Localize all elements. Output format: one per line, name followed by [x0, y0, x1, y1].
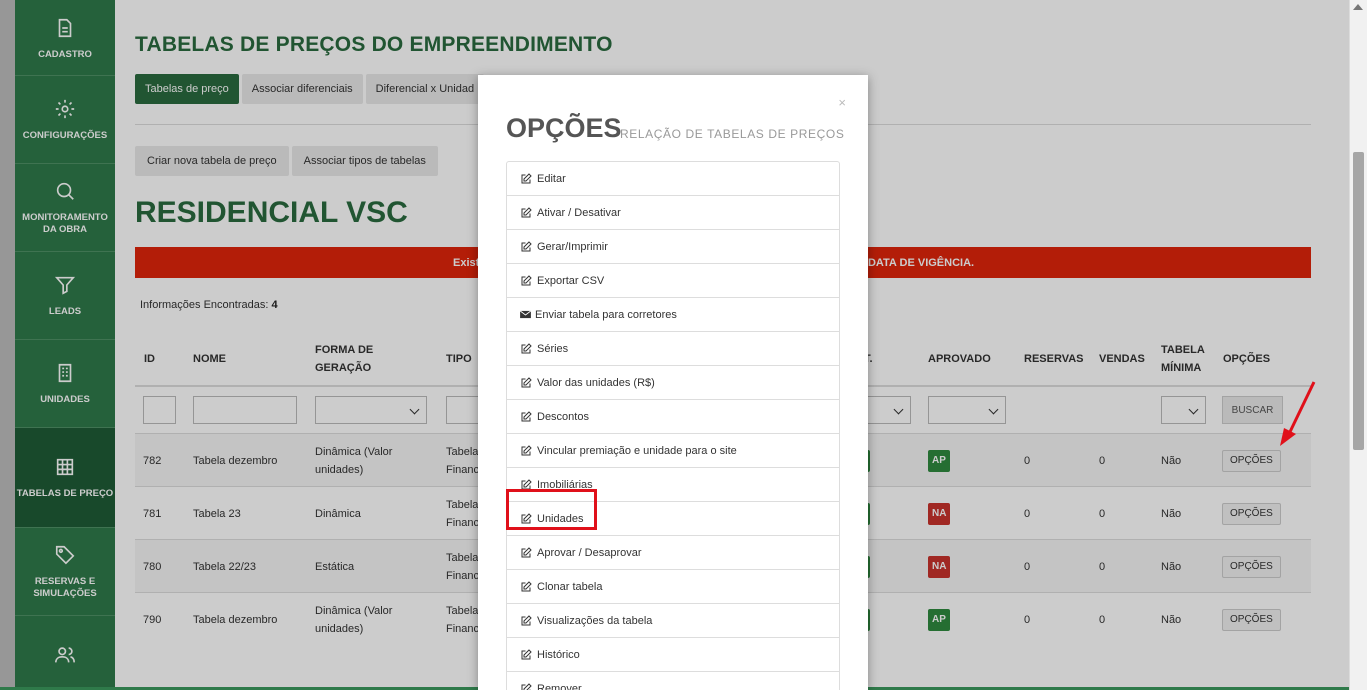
option-label: Visualizações da tabela [537, 614, 653, 627]
highlight-box [506, 489, 597, 530]
option-item[interactable]: Visualizações da tabela [507, 604, 839, 638]
option-label: Exportar CSV [537, 274, 605, 287]
option-label: Clonar tabela [537, 580, 603, 593]
option-label: Vincular premiação e unidade para o site [537, 444, 737, 457]
edit-icon [521, 648, 532, 659]
option-item[interactable]: Valor das unidades (R$) [507, 366, 839, 400]
edit-icon [521, 342, 532, 353]
option-label: Séries [537, 342, 569, 355]
option-item[interactable]: Remover [507, 672, 839, 690]
envelope-icon [520, 310, 531, 319]
option-item[interactable]: Exportar CSV [507, 264, 839, 298]
modal-title: OPÇÕES [506, 113, 622, 143]
edit-icon [521, 444, 532, 455]
option-item[interactable]: Ativar / Desativar [507, 196, 839, 230]
option-item[interactable]: Aprovar / Desaprovar [507, 536, 839, 570]
option-item[interactable]: Enviar tabela para corretores [507, 298, 839, 332]
edit-icon [521, 546, 532, 557]
scrollbar-thumb[interactable] [1353, 152, 1364, 450]
option-label: Enviar tabela para corretores [535, 308, 677, 321]
modal-subtitle: RELAÇÃO DE TABELAS DE PREÇOS [620, 127, 845, 141]
scroll-up-icon[interactable] [1353, 4, 1363, 10]
option-label: Gerar/Imprimir [537, 240, 608, 253]
option-label: Aprovar / Desaprovar [537, 546, 642, 559]
option-label: Ativar / Desativar [537, 206, 621, 219]
option-item[interactable]: Histórico [507, 638, 839, 672]
option-item[interactable]: Editar [507, 162, 839, 196]
page-scrollbar[interactable] [1349, 0, 1367, 690]
edit-icon [521, 172, 532, 183]
options-modal: × OPÇÕES RELAÇÃO DE TABELAS DE PREÇOS Ed… [478, 75, 868, 690]
option-item[interactable]: Descontos [507, 400, 839, 434]
option-label: Editar [537, 172, 566, 185]
edit-icon [521, 580, 532, 591]
option-label: Histórico [537, 648, 580, 661]
option-item[interactable]: Vincular premiação e unidade para o site [507, 434, 839, 468]
option-item[interactable]: Gerar/Imprimir [507, 230, 839, 264]
edit-icon [521, 240, 532, 251]
edit-icon [521, 274, 532, 285]
edit-icon [521, 376, 532, 387]
edit-icon [521, 682, 532, 690]
red-arrow-icon [1280, 381, 1316, 446]
option-item[interactable]: Clonar tabela [507, 570, 839, 604]
modal-body: × OPÇÕES RELAÇÃO DE TABELAS DE PREÇOS Ed… [486, 83, 860, 690]
edit-icon [521, 614, 532, 625]
option-label: Valor das unidades (R$) [537, 376, 655, 389]
options-list: Editar Ativar / Desativar Gerar/Imprimir Ex… [506, 161, 840, 690]
edit-icon [521, 206, 532, 217]
option-label: Remover [537, 682, 582, 690]
option-item[interactable]: Séries [507, 332, 839, 366]
close-icon[interactable]: × [838, 95, 846, 110]
option-label: Descontos [537, 410, 589, 423]
edit-icon [521, 410, 532, 421]
